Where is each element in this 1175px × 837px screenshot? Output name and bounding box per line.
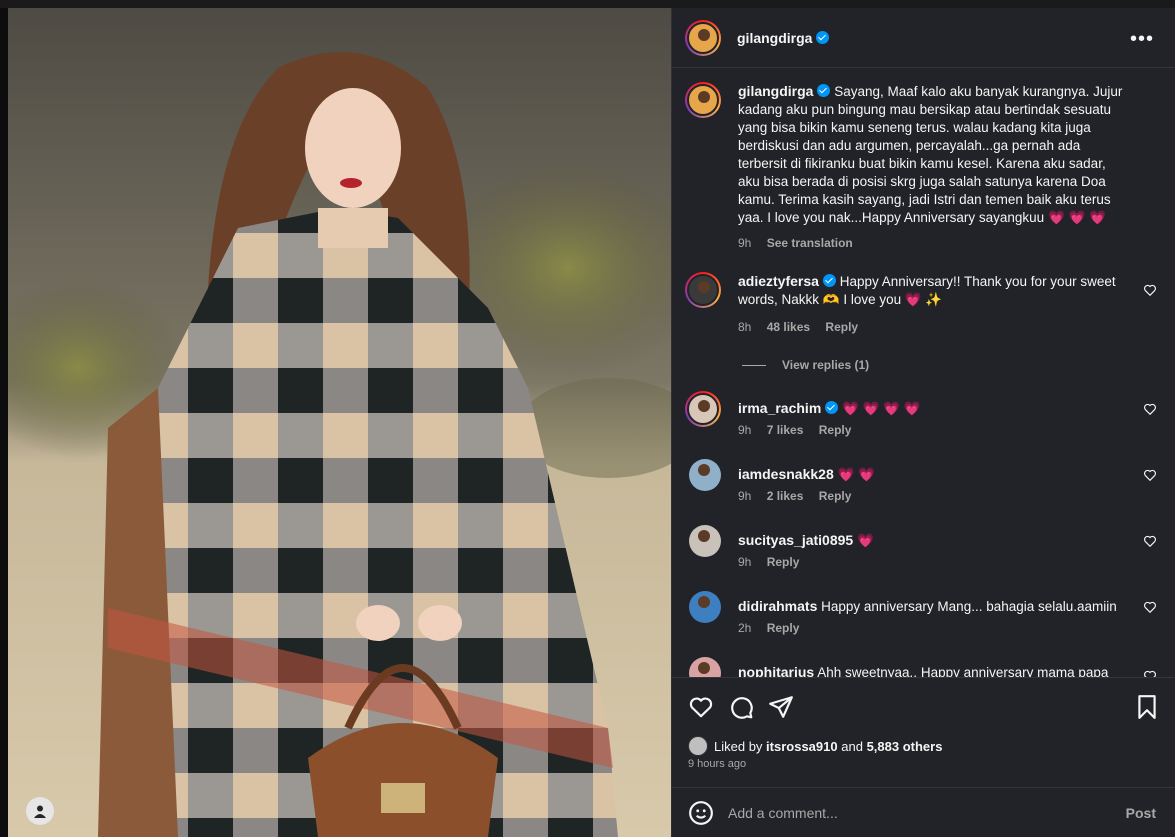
comment-text: irma_rachim 💗 💗 💗 💗	[738, 399, 1128, 418]
instagram-post-modal: gilangdirga ••• gilangdirga Sayang, Maaf…	[0, 0, 1175, 837]
comment-time: 9h	[738, 489, 752, 503]
caption-body: Sayang, Maaf kalo aku banyak kurangnya. …	[738, 84, 1123, 225]
author-username[interactable]: gilangdirga	[737, 30, 812, 46]
bookmark-icon[interactable]	[1134, 694, 1160, 720]
replies-divider	[742, 364, 766, 366]
author-avatar[interactable]	[685, 82, 721, 118]
comment-like-heart-icon[interactable]	[1143, 468, 1157, 482]
caption-meta: 9h See translation	[738, 236, 865, 250]
verified-badge-icon	[825, 401, 839, 414]
comment-icon[interactable]	[728, 694, 754, 720]
post-header: gilangdirga •••	[672, 8, 1175, 68]
comment-like-heart-icon[interactable]	[1143, 402, 1157, 416]
comment-meta: 9h Reply	[738, 555, 811, 569]
heart-icon[interactable]	[688, 694, 714, 720]
liker-avatar[interactable]	[688, 736, 708, 756]
comment-meta: 9h 2 likes Reply	[738, 489, 863, 503]
verified-badge-icon	[822, 274, 836, 287]
emoji-icon[interactable]	[688, 800, 714, 826]
post-time-ago: 9 hours ago	[688, 758, 747, 770]
comment-body: Happy anniversary Mang... bahagia selalu…	[821, 599, 1117, 614]
photo-illustration	[8, 8, 671, 837]
commenter-avatar[interactable]	[685, 272, 721, 308]
comment-meta: 8h 48 likes Reply	[738, 320, 870, 334]
liked-by-prefix: Liked by	[714, 738, 763, 754]
more-options-icon[interactable]: •••	[1130, 28, 1154, 51]
comment-input[interactable]	[728, 804, 1088, 821]
share-icon[interactable]	[768, 694, 794, 720]
comment-like-heart-icon[interactable]	[1143, 669, 1157, 677]
likes-summary: Liked by itsrossa910 and 5,883 others	[688, 736, 942, 756]
post-comment-button[interactable]: Post	[1126, 805, 1156, 821]
comment-username[interactable]: irma_rachim	[738, 400, 821, 416]
comments-list: gilangdirga Sayang, Maaf kalo aku banyak…	[672, 69, 1175, 677]
reply-button[interactable]: Reply	[767, 555, 800, 569]
commenter-avatar[interactable]	[689, 591, 721, 623]
comment-like-heart-icon[interactable]	[1143, 283, 1157, 297]
view-replies-label: View replies (1)	[782, 358, 870, 372]
top-strip	[0, 0, 1175, 8]
comment-body: 💗	[856, 533, 874, 548]
comment-like-heart-icon[interactable]	[1143, 534, 1157, 548]
verified-badge-icon	[817, 84, 831, 97]
comment-time: 9h	[738, 423, 752, 437]
caption-username[interactable]: gilangdirga	[738, 83, 813, 99]
comment-body: Ahh sweetnyaa.. Happy anniversary mama p…	[817, 665, 1109, 677]
comment-meta: 2h Reply	[738, 621, 811, 635]
post-photo[interactable]	[8, 8, 671, 837]
commenter-avatar[interactable]	[689, 525, 721, 557]
author-avatar[interactable]	[685, 19, 721, 56]
user-avatar-icon[interactable]	[26, 797, 54, 825]
comment-like-heart-icon[interactable]	[1143, 600, 1157, 614]
see-translation-link[interactable]: See translation	[767, 236, 853, 250]
caption-time: 9h	[738, 236, 752, 250]
comment-item: irma_rachim 💗 💗 💗 💗 9h 7 likes Reply	[685, 391, 1165, 441]
comment-item: adieztyfersa Happy Anniversary!! Thank y…	[685, 272, 1165, 342]
caption-hearts: 💗 💗 💗	[1047, 210, 1106, 225]
reply-button[interactable]: Reply	[767, 621, 800, 635]
comment-time: 9h	[738, 555, 752, 569]
comment-item: didirahmats Happy anniversary Mang... ba…	[685, 589, 1165, 639]
comment-item: sucityas_jati0895 💗 9h Reply	[685, 523, 1165, 573]
reply-button[interactable]: Reply	[819, 489, 852, 503]
liked-by-others[interactable]: 5,883 others	[867, 739, 943, 754]
comment-item: nophitarius Ahh sweetnyaa.. Happy annive…	[685, 655, 1165, 677]
comment-item: iamdesnakk28 💗 💗 9h 2 likes Reply	[685, 457, 1165, 507]
verified-badge-icon	[816, 31, 830, 44]
comment-text: iamdesnakk28 💗 💗	[738, 465, 1128, 484]
comment-likes[interactable]: 2 likes	[767, 489, 804, 503]
comment-text: sucityas_jati0895 💗	[738, 531, 1128, 550]
comment-text: nophitarius Ahh sweetnyaa.. Happy annive…	[738, 663, 1128, 677]
comment-text: didirahmats Happy anniversary Mang... ba…	[738, 597, 1128, 616]
reply-button[interactable]: Reply	[825, 320, 858, 334]
add-comment-bar: Post	[672, 787, 1175, 837]
comment-meta: 9h 7 likes Reply	[738, 423, 863, 437]
caption-text: gilangdirga Sayang, Maaf kalo aku banyak…	[738, 82, 1128, 227]
liked-by-and: and	[841, 738, 863, 754]
comment-body: 💗 💗 💗 💗	[842, 401, 921, 416]
commenter-avatar[interactable]	[689, 657, 721, 677]
comment-username[interactable]: didirahmats	[738, 598, 817, 614]
post-actions: Liked by itsrossa910 and 5,883 others 9 …	[672, 677, 1175, 787]
comment-username[interactable]: nophitarius	[738, 664, 814, 677]
comment-likes[interactable]: 48 likes	[767, 320, 810, 334]
comments-panel: gilangdirga ••• gilangdirga Sayang, Maaf…	[671, 8, 1175, 837]
commenter-avatar[interactable]	[685, 391, 721, 427]
comment-time: 2h	[738, 621, 752, 635]
comment-username[interactable]: sucityas_jati0895	[738, 532, 853, 548]
comment-time: 8h	[738, 320, 752, 334]
caption: gilangdirga Sayang, Maaf kalo aku banyak…	[685, 82, 1165, 262]
view-replies-button[interactable]: View replies (1)	[742, 358, 869, 372]
comment-likes[interactable]: 7 likes	[767, 423, 804, 437]
comment-text: adieztyfersa Happy Anniversary!! Thank y…	[738, 272, 1128, 309]
liked-by-user[interactable]: itsrossa910	[766, 739, 838, 754]
commenter-avatar[interactable]	[689, 459, 721, 491]
reply-button[interactable]: Reply	[819, 423, 852, 437]
comment-body: 💗 💗	[837, 467, 875, 482]
comment-username[interactable]: adieztyfersa	[738, 273, 819, 289]
comment-username[interactable]: iamdesnakk28	[738, 466, 834, 482]
